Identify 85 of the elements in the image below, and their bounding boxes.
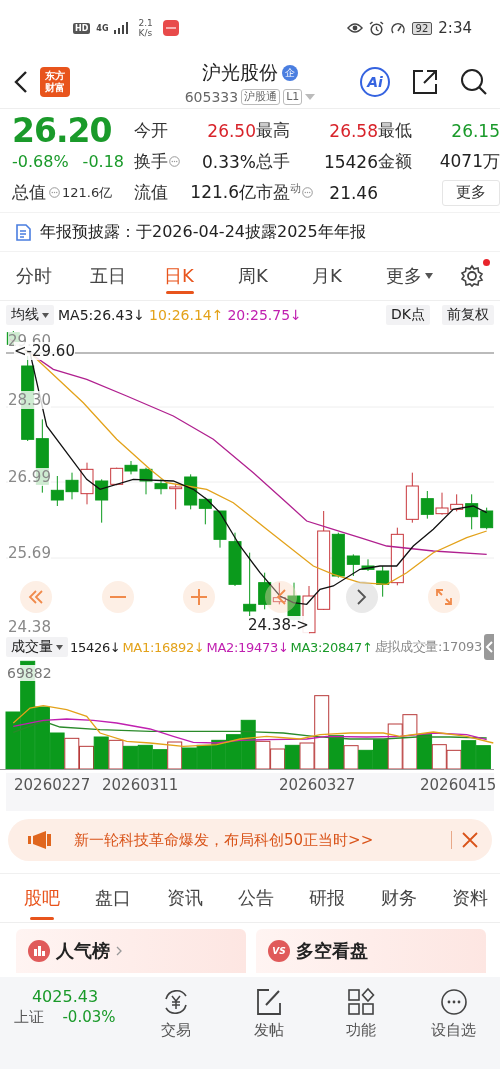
change-percent: -0.68% bbox=[12, 152, 69, 171]
stat-value: 4071万 bbox=[439, 150, 500, 173]
content-tab[interactable]: 研报 bbox=[309, 874, 346, 922]
volume-value: 15426↓ bbox=[70, 639, 121, 655]
market-tag: 沪股通 bbox=[241, 88, 281, 105]
more-button[interactable]: 更多 bbox=[442, 179, 500, 206]
notice-text[interactable]: 年报预披露：于2026-04-24披露2025年年报 bbox=[40, 221, 366, 243]
axis-label: 25.69 bbox=[8, 544, 51, 562]
stat-label: 流值 bbox=[134, 181, 169, 204]
high-price-marker: <-29.60 bbox=[14, 342, 75, 360]
dk-point-button[interactable]: DK点 bbox=[386, 305, 430, 325]
stock-code: 605333 bbox=[184, 88, 239, 105]
stat-value: 121.6亿 bbox=[62, 183, 113, 202]
axis-label: 26.99 bbox=[8, 468, 51, 486]
ai-button[interactable]: Ai bbox=[360, 67, 390, 97]
nav-item[interactable]: 功能 bbox=[315, 987, 408, 1040]
adjust-button[interactable]: 前复权 bbox=[442, 305, 494, 325]
content-tab[interactable]: 财务 bbox=[380, 874, 417, 922]
period-tab[interactable]: 五日 bbox=[90, 252, 164, 300]
index-name: 上证 bbox=[14, 1008, 45, 1027]
versus-badge: VS bbox=[268, 940, 290, 962]
stat-label: 市盈$^{动}$ bbox=[256, 181, 306, 204]
indicator-selector[interactable]: 成交量 bbox=[6, 637, 68, 657]
volume-value: 虚拟成交量:17093 bbox=[374, 638, 482, 656]
indicator-selector[interactable]: 均线 bbox=[6, 305, 54, 325]
promo-banner[interactable]: 新一轮科技革命爆发，布局科创50正当时>> bbox=[8, 819, 492, 861]
stat-label: 最高 bbox=[256, 119, 291, 142]
ma-value: MA5:26.43↓ bbox=[58, 307, 146, 323]
banner-text: 新一轮科技革命爆发，布局科创50正当时>> bbox=[74, 830, 374, 850]
feature-card[interactable]: 人气榜 bbox=[16, 929, 246, 973]
content-tab[interactable]: 股吧 bbox=[24, 874, 60, 922]
current-price: 26.20 bbox=[12, 111, 113, 150]
axis-label: 69882 bbox=[7, 665, 52, 681]
stock-name: 沪光股份 bbox=[202, 59, 278, 85]
stat-value: 15426 bbox=[323, 151, 378, 172]
period-tab[interactable]: 周K bbox=[238, 252, 312, 300]
content-tab[interactable]: 资讯 bbox=[166, 874, 203, 922]
content-tab[interactable]: 公告 bbox=[238, 874, 274, 922]
content-tab[interactable]: 盘口 bbox=[95, 874, 132, 922]
stat-label: 总手 bbox=[256, 150, 291, 173]
stat-value: 26.15 bbox=[451, 120, 500, 141]
stat-value: 121.6亿 bbox=[190, 181, 256, 204]
period-tab[interactable]: 月K bbox=[312, 252, 386, 300]
index-change: -0.03% bbox=[62, 1008, 116, 1027]
date-label: 20260311 bbox=[102, 776, 179, 794]
nav-item[interactable]: 发帖 bbox=[222, 987, 315, 1040]
date-label: 20260415 bbox=[420, 776, 497, 794]
date-label: 20260227 bbox=[14, 776, 91, 794]
network-type: 4G bbox=[96, 23, 109, 33]
ma-value: 10:26.14↑ bbox=[149, 307, 224, 323]
card-title: 人气榜 bbox=[56, 939, 110, 963]
ma-value: 20:25.75↓ bbox=[227, 307, 302, 323]
volume-value: MA1:16892↓ bbox=[122, 639, 205, 655]
stat-label: 金额 bbox=[378, 150, 413, 173]
content-tab[interactable]: 资料 bbox=[451, 874, 488, 922]
stat-label: 换手 bbox=[134, 150, 184, 173]
volume-value: MA3:20847↑ bbox=[290, 639, 373, 655]
feature-card[interactable]: VS 多空看盘 bbox=[256, 929, 486, 973]
company-badge: 企 bbox=[282, 64, 298, 81]
stat-value: 0.33% bbox=[202, 151, 256, 172]
hd-badge: HD bbox=[73, 22, 91, 34]
period-tab[interactable]: 更多 bbox=[386, 252, 460, 300]
stat-value: 26.50 bbox=[207, 120, 256, 141]
clock-time: 2:34 bbox=[438, 19, 472, 37]
card-title: 多空看盘 bbox=[296, 939, 368, 963]
app-logo[interactable]: 东方 财富 bbox=[40, 67, 70, 97]
network-speed: 2.1 K/s bbox=[138, 18, 153, 38]
nav-item[interactable]: 设自选 bbox=[407, 987, 500, 1040]
low-price-marker: 24.38-> bbox=[248, 616, 309, 634]
stat-value: 21.46 bbox=[329, 182, 378, 203]
stat-label: 最低 bbox=[378, 119, 413, 142]
change-amount: -0.18 bbox=[82, 152, 124, 171]
volume-value: MA2:19473↓ bbox=[206, 639, 289, 655]
axis-label: 28.30 bbox=[8, 391, 51, 409]
stat-label: 今开 bbox=[134, 119, 169, 142]
battery-level: 92 bbox=[411, 21, 433, 35]
stat-value: 26.58 bbox=[329, 120, 378, 141]
stat-label: 总值 bbox=[12, 181, 46, 204]
nav-item[interactable]: 交易 bbox=[130, 987, 223, 1040]
period-tab[interactable]: 分时 bbox=[16, 252, 90, 300]
date-label: 20260327 bbox=[279, 776, 356, 794]
index-quote[interactable]: 4025.43 上证 -0.03% bbox=[0, 987, 130, 1027]
period-tab[interactable]: 日K bbox=[164, 252, 238, 300]
market-tag: L1 bbox=[283, 88, 303, 105]
index-value: 4025.43 bbox=[31, 987, 99, 1006]
